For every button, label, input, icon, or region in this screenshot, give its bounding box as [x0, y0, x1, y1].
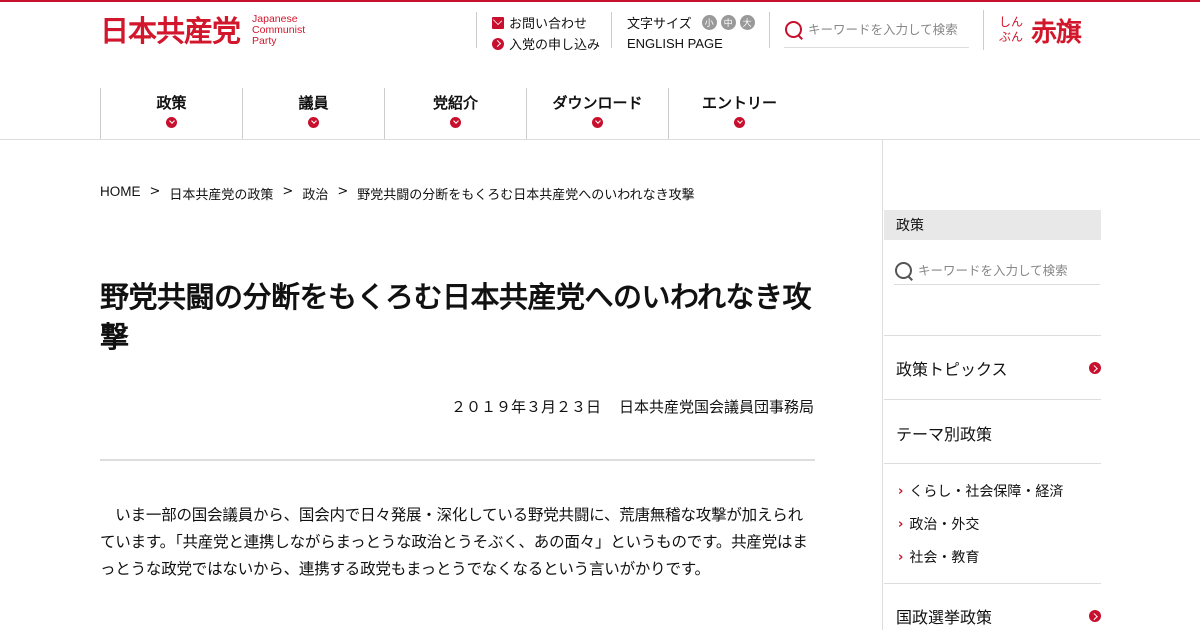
sidebar-subitem-label: 政治・外交: [909, 517, 980, 533]
breadcrumb-politics[interactable]: 政治: [302, 184, 328, 203]
nav-item-entry[interactable]: エントリー: [668, 88, 810, 139]
chevron-right-icon: ›: [898, 483, 904, 499]
contact-link[interactable]: お問い合わせ: [492, 12, 600, 33]
logo-en-line: Party: [252, 35, 277, 47]
akahata-kana: しん ぶん: [999, 15, 1031, 45]
sidebar-divider: [884, 583, 1101, 584]
nav-item-about[interactable]: 党紹介: [384, 88, 526, 139]
sidebar-subitem-politics[interactable]: › 政治・外交: [898, 514, 979, 534]
page-title: 野党共闘の分断をもくろむ日本共産党へのいわれなき攻撃: [100, 280, 812, 354]
breadcrumb-separator: >: [282, 184, 294, 199]
sidebar-divider: [884, 463, 1101, 464]
nav-item-policy[interactable]: 政策: [100, 88, 242, 139]
sidebar-item-topics[interactable]: 政策トピックス: [884, 356, 1101, 380]
chevron-right-icon: ›: [898, 516, 904, 532]
sidebar-subitem-society[interactable]: › 社会・教育: [898, 547, 979, 567]
breadcrumb-home[interactable]: HOME: [100, 184, 141, 203]
mail-icon: [492, 16, 504, 29]
breadcrumb-current: 野党共闘の分断をもくろむ日本共産党へのいわれなき攻撃: [357, 188, 695, 203]
top-accent-bar: [0, 0, 1200, 2]
font-size-controls: 文字サイズ 小 中 大 ENGLISH PAGE: [611, 12, 755, 51]
article-author: 日本共産党国会議員団事務局: [618, 398, 814, 416]
logo-english: Japanese Communist Party: [252, 14, 305, 47]
logo-japanese: 日本共産党: [100, 13, 241, 48]
font-size-large-button[interactable]: 大: [739, 15, 755, 30]
sidebar-item-label: 国政選挙政策: [896, 608, 993, 627]
akahata-kana-line: しん: [999, 15, 1024, 29]
main-nav: 政策 議員 党紹介 ダウンロード エントリー: [100, 88, 810, 139]
sidebar-divider: [884, 335, 1101, 336]
sidebar-subitem-living[interactable]: › くらし・社会保障・経済: [898, 481, 1063, 501]
nav-item-members[interactable]: 議員: [242, 88, 384, 139]
akahata-title: 赤旗: [1031, 17, 1082, 48]
arrow-circle-icon: [1089, 362, 1101, 374]
chevron-down-icon: [308, 117, 319, 128]
chevron-down-icon: [734, 117, 745, 128]
nav-label: エントリー: [701, 94, 777, 112]
join-label: 入党の申し込み: [509, 38, 601, 53]
article-meta: ２０１９年３月２３日 日本共産党国会議員団事務局: [451, 396, 814, 417]
breadcrumb-separator: >: [337, 184, 349, 199]
sidebar-search: [894, 257, 1100, 285]
nav-label: 政策: [156, 94, 187, 112]
join-link[interactable]: 入党の申し込み: [492, 33, 600, 54]
nav-label: 議員: [298, 94, 329, 112]
sidebar-item-elections[interactable]: 国政選挙政策: [884, 604, 1101, 628]
english-page-link[interactable]: ENGLISH PAGE: [627, 33, 755, 54]
sidebar-search-input[interactable]: [918, 263, 1098, 278]
font-size-small-button[interactable]: 小: [701, 15, 717, 30]
breadcrumb-policy[interactable]: 日本共産党の政策: [169, 184, 273, 203]
akahata-kana-line: ぶん: [999, 30, 1024, 44]
nav-label: ダウンロード: [552, 94, 643, 112]
contact-label: お問い合わせ: [509, 17, 588, 32]
article-date: ２０１９年３月２３日: [450, 398, 601, 416]
title-divider: [100, 459, 815, 461]
sidebar-heading: 政策: [884, 210, 1101, 240]
chevron-right-icon: ›: [898, 549, 904, 565]
sidebar-divider: [884, 399, 1101, 400]
search-icon[interactable]: [784, 20, 804, 40]
font-size-medium-button[interactable]: 中: [720, 15, 736, 30]
sidebar-item-theme[interactable]: テーマ別政策: [884, 421, 1101, 445]
nav-label: 党紹介: [432, 94, 478, 112]
sidebar-subitem-label: 社会・教育: [909, 550, 980, 566]
chevron-down-icon: [166, 117, 177, 128]
header-search-input[interactable]: [808, 22, 968, 37]
nav-item-download[interactable]: ダウンロード: [526, 88, 668, 139]
site-logo[interactable]: 日本共産党 Japanese Communist Party: [100, 14, 305, 47]
header-search: [769, 12, 969, 48]
arrow-circle-icon: [492, 37, 504, 50]
chevron-down-icon: [450, 117, 461, 128]
sidebar: 政策 政策トピックス テーマ別政策 › くらし・社会保障・経済 › 政治・外交 …: [882, 140, 1101, 630]
chevron-down-icon: [592, 117, 603, 128]
arrow-circle-icon: [1089, 610, 1101, 622]
font-size-label: 文字サイズ: [627, 17, 692, 32]
search-icon[interactable]: [894, 261, 914, 281]
article-body: いま一部の国会議員から、国会内で日々発展・深化している野党共闘に、荒唐無稽な攻撃…: [100, 506, 808, 578]
breadcrumb-separator: >: [149, 184, 161, 199]
sidebar-item-label: テーマ別政策: [896, 425, 993, 444]
akahata-link[interactable]: しん ぶん 赤旗: [983, 10, 1082, 50]
sidebar-item-label: 政策トピックス: [896, 360, 1008, 379]
breadcrumb: HOME > 日本共産党の政策 > 政治 > 野党共闘の分断をもくろむ日本共産党…: [100, 184, 695, 203]
header-links: お問い合わせ 入党の申し込み: [476, 12, 600, 53]
sidebar-subitem-label: くらし・社会保障・経済: [909, 484, 1064, 500]
